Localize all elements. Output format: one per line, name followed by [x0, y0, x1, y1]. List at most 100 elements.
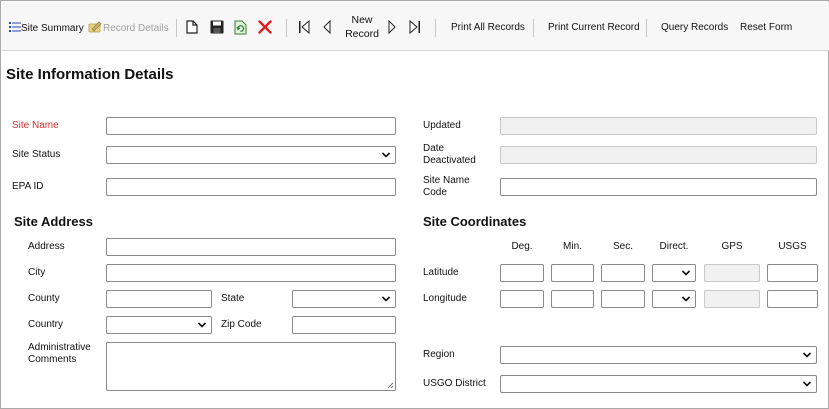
query-records-button[interactable]: Query Records: [661, 22, 728, 33]
longitude-sec-input[interactable]: [601, 290, 645, 308]
site-name-label: Site Name: [12, 120, 59, 131]
site-address-heading: Site Address: [14, 214, 93, 229]
longitude-min-input[interactable]: [551, 290, 594, 308]
new-record-button[interactable]: New Record: [340, 13, 384, 41]
country-label: Country: [28, 319, 64, 330]
latitude-usgs-input[interactable]: [767, 264, 818, 282]
usgo-district-select[interactable]: [500, 375, 817, 393]
date-deactivated-label-line-2: Deactivated: [423, 155, 476, 166]
country-select[interactable]: [106, 316, 212, 334]
col-header-sec: Sec.: [612, 241, 633, 252]
chevron-down-icon: [197, 322, 207, 328]
delete-x-icon: [258, 20, 272, 37]
region-label: Region: [423, 349, 455, 360]
chevron-down-icon: [381, 296, 391, 302]
last-record-icon: [409, 19, 421, 37]
new-record-label-line-1: New: [351, 14, 373, 26]
updated-label: Updated: [423, 120, 461, 131]
first-record-icon: [298, 19, 310, 37]
chevron-down-icon: [802, 381, 812, 387]
next-record-button[interactable]: [387, 19, 397, 37]
app-window: Site Summary Record Details New Record P…: [0, 0, 829, 409]
epa-id-label: EPA ID: [12, 181, 44, 192]
usgo-district-label: USGO District: [423, 378, 486, 389]
county-label: County: [28, 293, 60, 304]
refresh-button[interactable]: [234, 20, 247, 38]
print-all-records-button[interactable]: Print All Records: [451, 22, 525, 33]
toolbar-separator: [533, 19, 534, 37]
new-document-icon: [186, 20, 198, 37]
site-status-select[interactable]: [106, 146, 396, 164]
latitude-label: Latitude: [423, 267, 459, 278]
latitude-gps-field: [704, 264, 760, 282]
longitude-direction-select[interactable]: [652, 290, 696, 308]
new-record-label-line-2: Record: [345, 28, 379, 40]
date-deactivated-label: Date Deactivated: [423, 143, 476, 167]
resize-grip-icon[interactable]: [386, 381, 394, 389]
county-input[interactable]: [106, 290, 212, 308]
toolbar: Site Summary Record Details New Record P…: [2, 2, 829, 51]
first-record-button[interactable]: [298, 19, 310, 37]
chevron-down-icon: [681, 270, 691, 276]
toolbar-separator: [435, 19, 436, 37]
page-title: Site Information Details: [6, 66, 174, 83]
toolbar-separator: [286, 19, 287, 37]
toolbar-separator: [176, 19, 177, 37]
date-deactivated-field: [500, 146, 817, 164]
longitude-gps-field: [704, 290, 760, 308]
admin-comments-label: Administrative Comments: [28, 342, 91, 366]
latitude-deg-input[interactable]: [500, 264, 544, 282]
col-header-deg: Deg.: [511, 241, 533, 252]
new-document-button[interactable]: [186, 20, 198, 37]
longitude-deg-input[interactable]: [500, 290, 544, 308]
address-input[interactable]: [106, 238, 396, 256]
region-select[interactable]: [500, 346, 817, 364]
site-name-code-label: Site Name Code: [423, 175, 470, 199]
city-label: City: [28, 267, 46, 278]
record-details-button[interactable]: Record Details: [88, 20, 169, 37]
col-header-usgs: USGS: [778, 241, 807, 252]
date-deactivated-label-line-1: Date: [423, 143, 445, 154]
col-header-min: Min.: [563, 241, 582, 252]
site-summary-label: Site Summary: [21, 23, 84, 34]
longitude-label: Longitude: [423, 293, 467, 304]
address-label: Address: [28, 241, 65, 252]
col-header-gps: GPS: [721, 241, 743, 252]
latitude-direction-select[interactable]: [652, 264, 696, 282]
site-summary-button[interactable]: Site Summary: [9, 21, 84, 36]
latitude-sec-input[interactable]: [601, 264, 645, 282]
last-record-button[interactable]: [409, 19, 421, 37]
previous-record-button[interactable]: [322, 19, 332, 37]
list-icon: [9, 21, 21, 36]
record-details-label: Record Details: [103, 23, 169, 34]
next-record-icon: [387, 19, 397, 37]
site-name-code-label-line-2: Code: [423, 187, 447, 198]
city-input[interactable]: [106, 264, 396, 282]
save-button[interactable]: [210, 20, 224, 37]
toolbar-separator: [646, 19, 647, 37]
admin-comments-label-line-1: Administrative: [28, 342, 91, 353]
print-current-record-button[interactable]: Print Current Record: [548, 22, 640, 33]
reset-form-button[interactable]: Reset Form: [740, 22, 792, 33]
epa-id-input[interactable]: [106, 178, 396, 196]
zip-code-label: Zip Code: [221, 319, 262, 330]
latitude-min-input[interactable]: [551, 264, 594, 282]
site-coordinates-heading: Site Coordinates: [423, 214, 527, 229]
site-name-input[interactable]: [106, 117, 396, 135]
state-select[interactable]: [292, 290, 396, 308]
site-name-code-input[interactable]: [500, 178, 817, 196]
refresh-icon: [234, 20, 247, 38]
chevron-down-icon: [681, 296, 691, 302]
site-status-label: Site Status: [12, 149, 61, 160]
longitude-usgs-input[interactable]: [767, 290, 818, 308]
zip-code-input[interactable]: [292, 316, 396, 334]
admin-comments-label-line-2: Comments: [28, 354, 77, 365]
col-header-direct: Direct.: [659, 241, 689, 252]
site-name-code-label-line-1: Site Name: [423, 175, 470, 186]
delete-button[interactable]: [258, 20, 272, 37]
admin-comments-textarea[interactable]: [106, 342, 396, 391]
pencil-note-icon: [88, 20, 103, 37]
previous-record-icon: [322, 19, 332, 37]
updated-field: [500, 117, 817, 135]
chevron-down-icon: [802, 352, 812, 358]
